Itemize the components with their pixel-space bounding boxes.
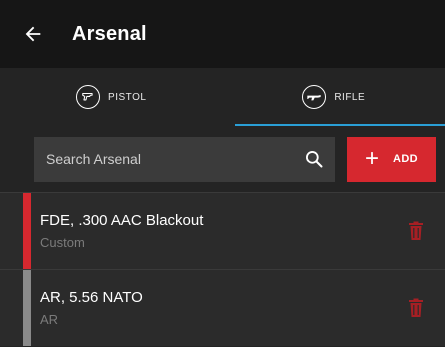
list-item-text: FDE, .300 AAC Blackout Custom <box>40 212 405 250</box>
search-input[interactable] <box>46 151 303 167</box>
add-button[interactable]: + ADD <box>347 136 436 182</box>
plus-icon: + <box>364 145 379 172</box>
app-bar: Arsenal <box>0 0 445 68</box>
list-item-text: AR, 5.56 NATO AR <box>40 289 405 327</box>
active-tab-indicator <box>235 124 445 126</box>
list-item-color-bar <box>23 270 31 346</box>
add-button-label: ADD <box>392 153 419 165</box>
tab-pistol-label: PISTOL <box>108 91 147 103</box>
weapon-type-tabs: PISTOL RIFLE <box>0 68 445 126</box>
rifle-icon <box>302 85 327 109</box>
trash-icon[interactable] <box>405 297 427 319</box>
arsenal-list: FDE, .300 AAC Blackout Custom AR, 5.56 N… <box>0 192 445 346</box>
tab-rifle[interactable]: RIFLE <box>223 68 445 126</box>
search-box <box>34 136 335 182</box>
list-item-subtitle: Custom <box>40 235 85 250</box>
pistol-icon <box>76 85 101 109</box>
list-item[interactable]: AR, 5.56 NATO AR <box>0 269 445 346</box>
tab-rifle-label: RIFLE <box>334 91 366 103</box>
search-icon[interactable] <box>303 148 325 170</box>
list-item[interactable]: FDE, .300 AAC Blackout Custom <box>0 192 445 269</box>
list-item-subtitle: AR <box>40 312 59 327</box>
search-row: + ADD <box>0 126 445 192</box>
arsenal-screen: Arsenal PISTOL RIFLE Search Arsenal + AD… <box>0 0 445 347</box>
list-item-color-bar <box>23 193 31 269</box>
trash-icon[interactable] <box>405 220 427 242</box>
back-arrow-icon[interactable] <box>20 21 46 47</box>
tab-pistol[interactable]: PISTOL <box>0 68 223 126</box>
list-item-name: AR, 5.56 NATO <box>40 289 143 306</box>
page-title: Arsenal <box>72 22 147 45</box>
list-item-name: FDE, .300 AAC Blackout <box>40 212 204 229</box>
